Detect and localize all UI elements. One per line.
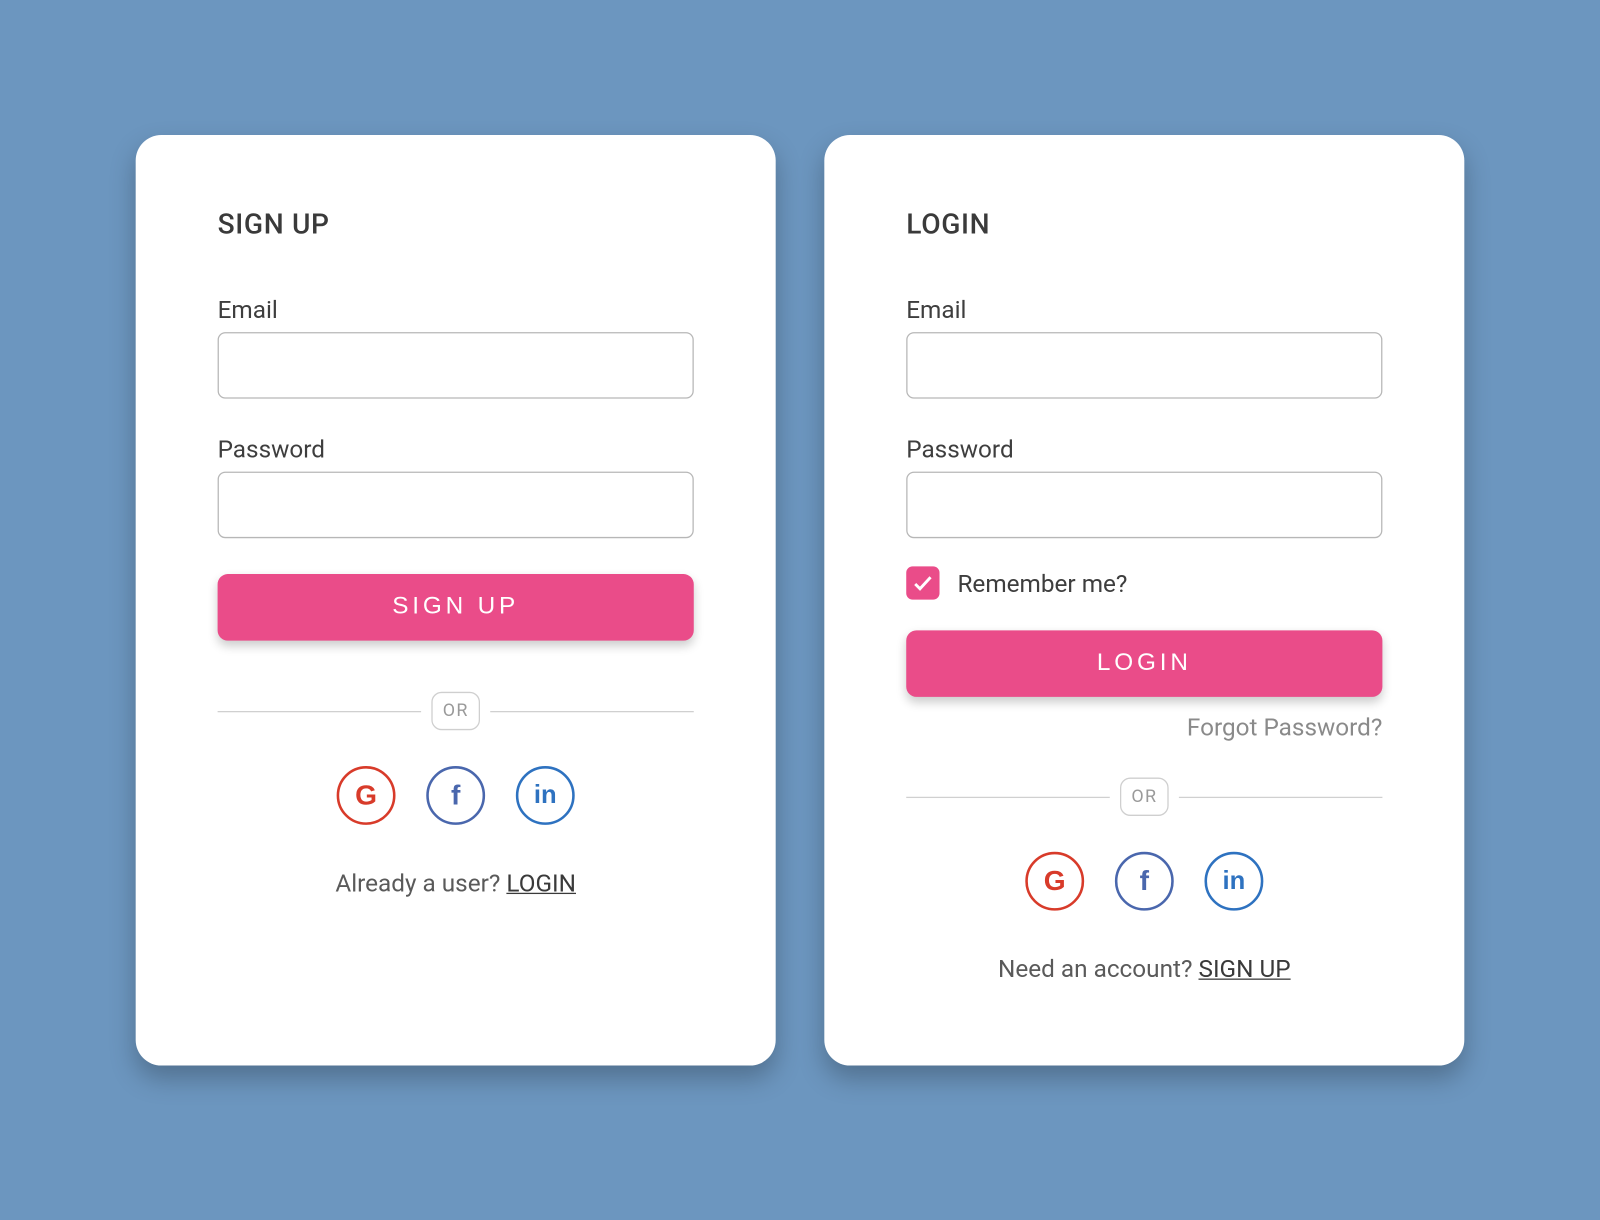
divider-line [906,796,1109,797]
divider-line [1179,796,1382,797]
login-password-input[interactable] [906,472,1382,539]
login-footer: Need an account? SIGN UP [906,954,1382,983]
forgot-password-link[interactable]: Forgot Password? [906,712,1382,741]
facebook-icon: f [1140,865,1149,898]
signup-footer: Already a user? LOGIN [218,868,694,897]
linkedin-login-button[interactable]: in [516,766,575,825]
login-footer-prompt: Need an account? [998,954,1198,983]
divider-label: OR [431,692,480,730]
signup-submit-button[interactable]: SIGN UP [218,574,694,641]
login-email-input[interactable] [906,332,1382,399]
signup-card: SIGN UP Email Password SIGN UP OR G f in… [136,135,776,1066]
linkedin-icon: in [1223,867,1246,896]
login-divider: OR [906,778,1382,816]
login-submit-button[interactable]: LOGIN [906,630,1382,697]
signup-link[interactable]: SIGN UP [1199,954,1291,983]
login-password-label: Password [906,435,1382,464]
linkedin-login-button[interactable]: in [1204,852,1263,911]
facebook-login-button[interactable]: f [1115,852,1174,911]
signup-footer-prompt: Already a user? [335,868,506,897]
login-social-row: G f in [906,852,1382,911]
linkedin-icon: in [534,781,557,810]
signup-password-input[interactable] [218,472,694,539]
signup-email-input[interactable] [218,332,694,399]
login-link[interactable]: LOGIN [506,868,576,897]
divider-label: OR [1120,778,1169,816]
divider-line [218,710,421,711]
google-login-button[interactable]: G [1025,852,1084,911]
signup-social-row: G f in [218,766,694,825]
signup-email-label: Email [218,295,694,324]
check-icon [911,571,934,594]
facebook-login-button[interactable]: f [426,766,485,825]
signup-title: SIGN UP [218,209,694,241]
facebook-icon: f [451,779,460,812]
login-title: LOGIN [906,209,1382,241]
remember-label: Remember me? [957,568,1127,597]
divider-line [490,710,693,711]
signup-divider: OR [218,692,694,730]
google-login-button[interactable]: G [337,766,396,825]
login-card: LOGIN Email Password Remember me? LOGIN … [824,135,1464,1066]
remember-row: Remember me? [906,566,1382,599]
google-icon: G [1044,865,1066,898]
remember-checkbox[interactable] [906,566,939,599]
signup-password-label: Password [218,435,694,464]
login-email-label: Email [906,295,1382,324]
google-icon: G [355,779,377,812]
